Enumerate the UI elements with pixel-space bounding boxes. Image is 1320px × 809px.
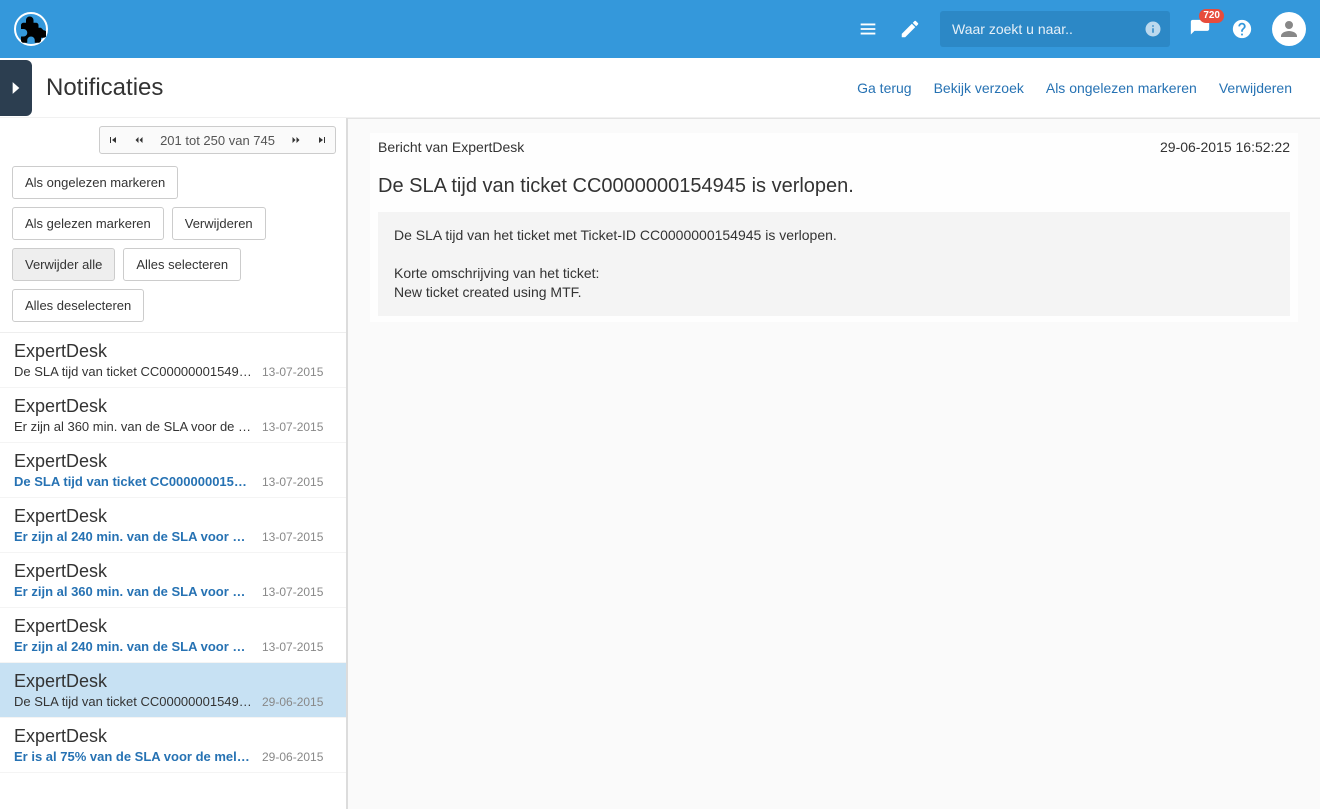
left-panel: 201 tot 250 van 745 Als ongelezen marker… [0, 118, 348, 809]
top-bar: 720 [0, 0, 1320, 58]
search-input[interactable] [948, 20, 1144, 38]
notification-sender: ExpertDesk [14, 726, 334, 747]
view-request-link[interactable]: Bekijk verzoek [934, 80, 1024, 96]
list-icon[interactable] [856, 17, 880, 41]
notification-date: 29-06-2015 [262, 695, 323, 709]
body: 201 tot 250 van 745 Als ongelezen marker… [0, 118, 1320, 809]
detail-datetime: 29-06-2015 16:52:22 [1160, 139, 1290, 155]
pager-prev-icon[interactable] [126, 134, 152, 146]
notifications-badge: 720 [1199, 9, 1224, 23]
notifications-icon[interactable]: 720 [1188, 17, 1212, 41]
detail-from-label: Bericht van ExpertDesk [378, 139, 524, 155]
mark-unread-link[interactable]: Als ongelezen markeren [1046, 80, 1197, 96]
pager: 201 tot 250 van 745 [0, 118, 346, 160]
info-icon [1144, 20, 1162, 38]
notification-sender: ExpertDesk [14, 671, 334, 692]
delete-button[interactable]: Verwijderen [172, 207, 266, 240]
notification-date: 13-07-2015 [262, 530, 323, 544]
pager-range-text: 201 tot 250 van 745 [152, 133, 283, 148]
notification-item[interactable]: ExpertDesk Er zijn al 240 min. van de SLA… [0, 498, 346, 553]
notification-item[interactable]: ExpertDesk De SLA tijd van ticket CC00000… [0, 333, 346, 388]
page-title: Notificaties [46, 74, 857, 102]
search-box[interactable] [940, 11, 1170, 47]
avatar[interactable] [1272, 12, 1306, 46]
notification-date: 13-07-2015 [262, 365, 323, 379]
mark-unread-button[interactable]: Als ongelezen markeren [12, 166, 178, 199]
expand-sidebar-button[interactable] [0, 60, 32, 116]
notification-item[interactable]: ExpertDesk De SLA tijd van ticket CC00000… [0, 443, 346, 498]
detail-subject: De SLA tijd van ticket CC0000000154945 i… [378, 175, 1290, 198]
notification-sender: ExpertDesk [14, 616, 334, 637]
notification-item[interactable]: ExpertDesk Er zijn al 240 min. van de SLA… [0, 608, 346, 663]
notification-sender: ExpertDesk [14, 561, 334, 582]
notification-item[interactable]: ExpertDesk De SLA tijd van ticket CC00000… [0, 663, 346, 718]
notification-sender: ExpertDesk [14, 396, 334, 417]
notification-list[interactable]: ExpertDesk De SLA tijd van ticket CC00000… [0, 332, 346, 809]
notification-sender: ExpertDesk [14, 506, 334, 527]
notification-sender: ExpertDesk [14, 451, 334, 472]
mark-read-button[interactable]: Als gelezen markeren [12, 207, 164, 240]
pager-first-icon[interactable] [100, 134, 126, 146]
notification-item[interactable]: ExpertDesk Er is al 75% van de SLA voor d… [0, 718, 346, 773]
notification-item[interactable]: ExpertDesk Er zijn al 360 min. van de SLA… [0, 388, 346, 443]
notification-date: 13-07-2015 [262, 585, 323, 599]
deselect-all-button[interactable]: Alles deselecteren [12, 289, 144, 322]
go-back-link[interactable]: Ga terug [857, 80, 911, 96]
notification-preview: De SLA tijd van ticket CC0000000154… [14, 474, 254, 489]
notification-item[interactable]: ExpertDesk Er zijn al 360 min. van de SLA… [0, 553, 346, 608]
app-logo[interactable] [14, 12, 48, 46]
sub-header: Notificaties Ga terug Bekijk verzoek Als… [0, 58, 1320, 118]
delete-link[interactable]: Verwijderen [1219, 80, 1292, 96]
bulk-action-buttons: Als ongelezen markeren Als gelezen marke… [0, 160, 346, 332]
select-all-button[interactable]: Alles selecteren [123, 248, 241, 281]
notification-preview: Er zijn al 240 min. van de SLA voor … [14, 529, 254, 544]
notification-preview: Er zijn al 360 min. van de SLA voor de … [14, 419, 254, 434]
notification-preview: Er is al 75% van de SLA voor de mel… [14, 749, 254, 764]
pager-next-icon[interactable] [283, 134, 309, 146]
notification-preview: Er zijn al 240 min. van de SLA voor … [14, 639, 254, 654]
notification-preview: De SLA tijd van ticket CC00000001549… [14, 694, 254, 709]
notification-date: 13-07-2015 [262, 475, 323, 489]
pager-last-icon[interactable] [309, 134, 335, 146]
notification-sender: ExpertDesk [14, 341, 334, 362]
help-icon[interactable] [1230, 17, 1254, 41]
notification-preview: De SLA tijd van ticket CC00000001549… [14, 364, 254, 379]
compose-icon[interactable] [898, 17, 922, 41]
detail-panel: Bericht van ExpertDesk 29-06-2015 16:52:… [348, 118, 1320, 809]
notification-date: 13-07-2015 [262, 420, 323, 434]
delete-all-button[interactable]: Verwijder alle [12, 248, 115, 281]
detail-body: De SLA tijd van het ticket met Ticket-ID… [378, 212, 1290, 316]
notification-date: 13-07-2015 [262, 640, 323, 654]
notification-date: 29-06-2015 [262, 750, 323, 764]
notification-preview: Er zijn al 360 min. van de SLA voor … [14, 584, 254, 599]
